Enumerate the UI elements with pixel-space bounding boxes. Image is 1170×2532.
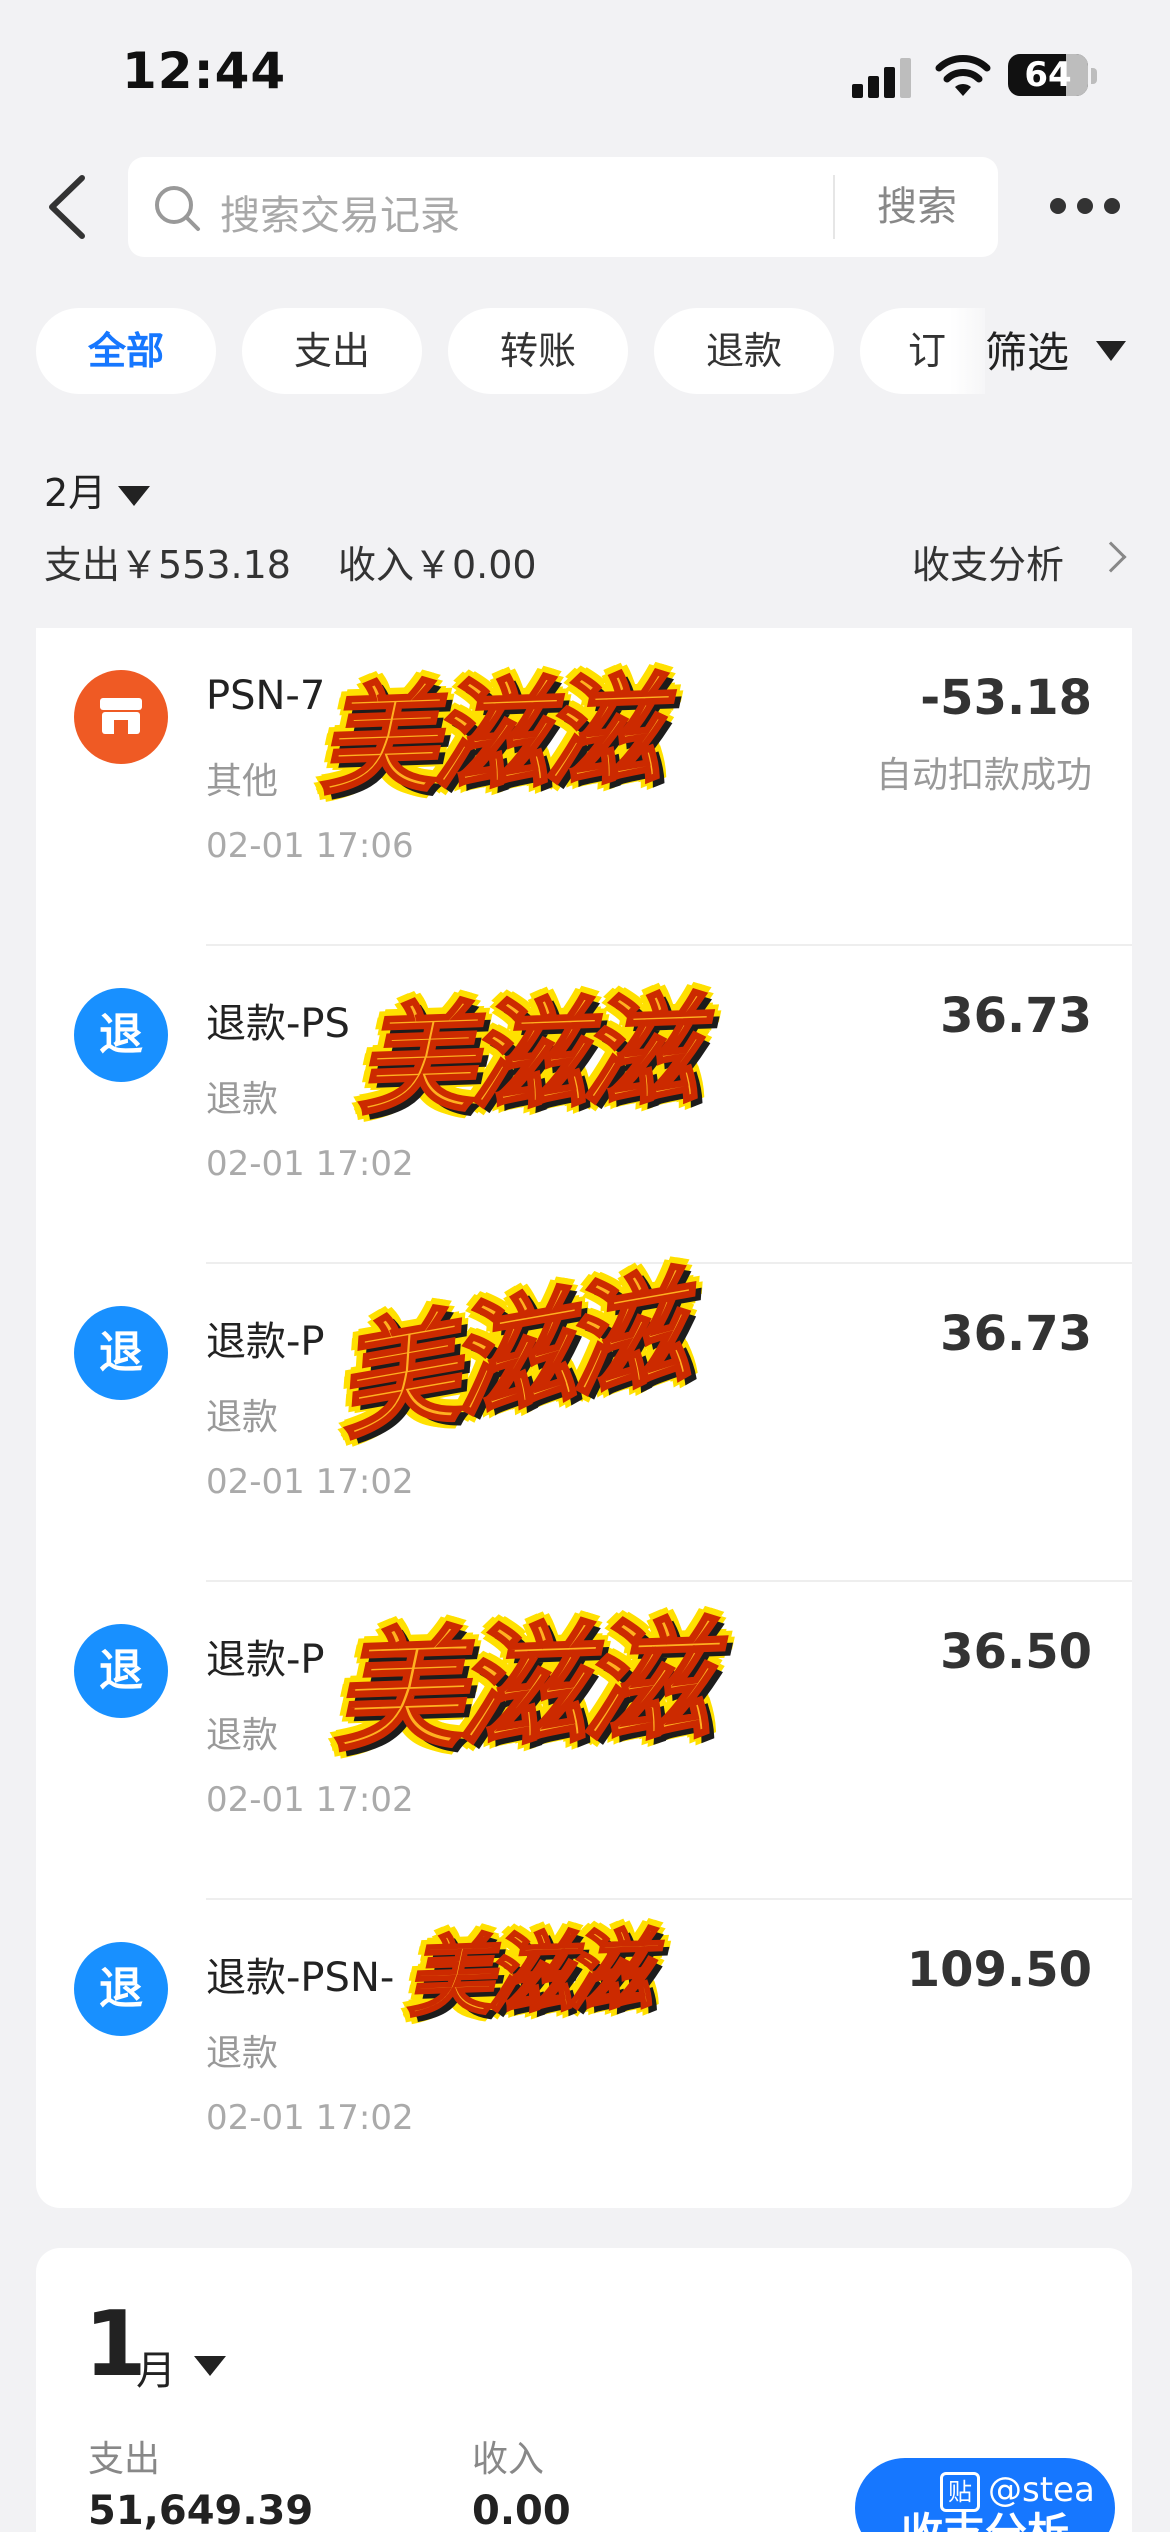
chip-transfer[interactable]: 转账 bbox=[448, 308, 628, 394]
search-button[interactable]: 搜索 bbox=[836, 157, 998, 257]
month-label: 2月 bbox=[44, 471, 107, 515]
battery-icon: 64 bbox=[1008, 54, 1088, 96]
income-value: 0.00 bbox=[472, 2488, 571, 2532]
refund-icon: 退 bbox=[74, 988, 168, 1082]
month-unit[interactable]: 月 bbox=[136, 2338, 176, 2396]
search-divider bbox=[833, 175, 835, 239]
watermark-badge: 贴 bbox=[940, 2471, 980, 2512]
transaction-amount: 109.50 bbox=[906, 1942, 1092, 1998]
chip-all[interactable]: 全部 bbox=[36, 308, 216, 394]
transaction-title: 退款-PSN- bbox=[206, 1955, 395, 2001]
watermark: 贴 @stea bbox=[940, 2470, 1095, 2512]
status-bar: 12:44 64 bbox=[0, 0, 1170, 150]
feb-income: 收入￥0.00 bbox=[338, 543, 537, 587]
transaction-title: PSN-7 bbox=[206, 673, 326, 719]
search-icon bbox=[155, 186, 200, 231]
caret-down-icon[interactable] bbox=[194, 2356, 226, 2376]
transaction-title: 退款-PS bbox=[206, 1001, 350, 1047]
transaction-category: 退款 bbox=[206, 2033, 279, 2074]
battery-level: 64 bbox=[1024, 55, 1072, 95]
expense-value: 51,649.39 bbox=[88, 2488, 314, 2532]
caret-down-icon bbox=[118, 485, 151, 506]
chevron-right-icon[interactable] bbox=[1095, 541, 1127, 573]
refund-icon: 退 bbox=[74, 1306, 168, 1400]
transaction-category: 退款 bbox=[206, 1715, 279, 1756]
analysis-button-label: 收支分析 bbox=[901, 2509, 1069, 2532]
transaction-status: 自动扣款成功 bbox=[875, 755, 1092, 796]
shop-icon bbox=[74, 670, 168, 764]
refund-icon: 退 bbox=[74, 1624, 168, 1718]
expense-label: 支出 bbox=[88, 2439, 161, 2480]
transaction-category: 退款 bbox=[206, 1079, 279, 1120]
watermark-text: @stea bbox=[988, 2470, 1095, 2510]
sticker-overlay: 美滋滋 bbox=[315, 659, 659, 813]
chip-refund[interactable]: 退款 bbox=[654, 308, 834, 394]
feb-expense: 支出￥553.18 bbox=[44, 543, 291, 587]
filter-caret-icon[interactable] bbox=[1096, 341, 1126, 361]
battery-tip bbox=[1091, 68, 1097, 84]
filter-chips: 全部 支出 转账 退款 订 筛选 bbox=[0, 308, 1170, 398]
more-options-icon[interactable] bbox=[1050, 198, 1120, 216]
sticker-overlay: 美滋滋 bbox=[353, 979, 697, 1133]
transaction-title: 退款-P bbox=[206, 1319, 325, 1365]
transaction-time: 02-01 17:02 bbox=[206, 1462, 414, 1502]
income-label: 收入 bbox=[472, 2439, 545, 2480]
analysis-link[interactable]: 收支分析 bbox=[912, 534, 1064, 589]
back-arrow-icon[interactable] bbox=[40, 172, 100, 242]
transaction-time: 02-01 17:02 bbox=[206, 2098, 414, 2138]
transaction-amount: -53.18 bbox=[920, 670, 1092, 726]
transaction-time: 02-01 17:06 bbox=[206, 826, 414, 866]
wifi-icon bbox=[935, 55, 991, 96]
transaction-category: 退款 bbox=[206, 1397, 279, 1438]
transaction-time: 02-01 17:02 bbox=[206, 1144, 414, 1184]
cellular-signal-icon bbox=[852, 58, 912, 98]
transaction-title: 退款-P bbox=[206, 1637, 325, 1683]
transaction-amount: 36.73 bbox=[940, 1306, 1092, 1362]
transaction-amount: 36.50 bbox=[940, 1624, 1092, 1680]
sticker-overlay: 美滋滋 bbox=[328, 1602, 708, 1771]
status-time: 12:44 bbox=[122, 42, 287, 100]
chip-expense[interactable]: 支出 bbox=[242, 308, 422, 394]
transaction-category: 其他 bbox=[206, 761, 279, 802]
search-placeholder: 搜索交易记录 bbox=[220, 193, 460, 239]
sticker-overlay: 美滋滋 bbox=[403, 1918, 649, 2030]
filter-button[interactable]: 筛选 bbox=[985, 308, 1074, 398]
search-input[interactable]: 搜索交易记录 搜索 bbox=[128, 157, 998, 257]
month-selector[interactable]: 2月 bbox=[44, 462, 151, 517]
refund-icon: 退 bbox=[74, 1942, 168, 2036]
transaction-time: 02-01 17:02 bbox=[206, 1780, 414, 1820]
transaction-amount: 36.73 bbox=[940, 988, 1092, 1044]
